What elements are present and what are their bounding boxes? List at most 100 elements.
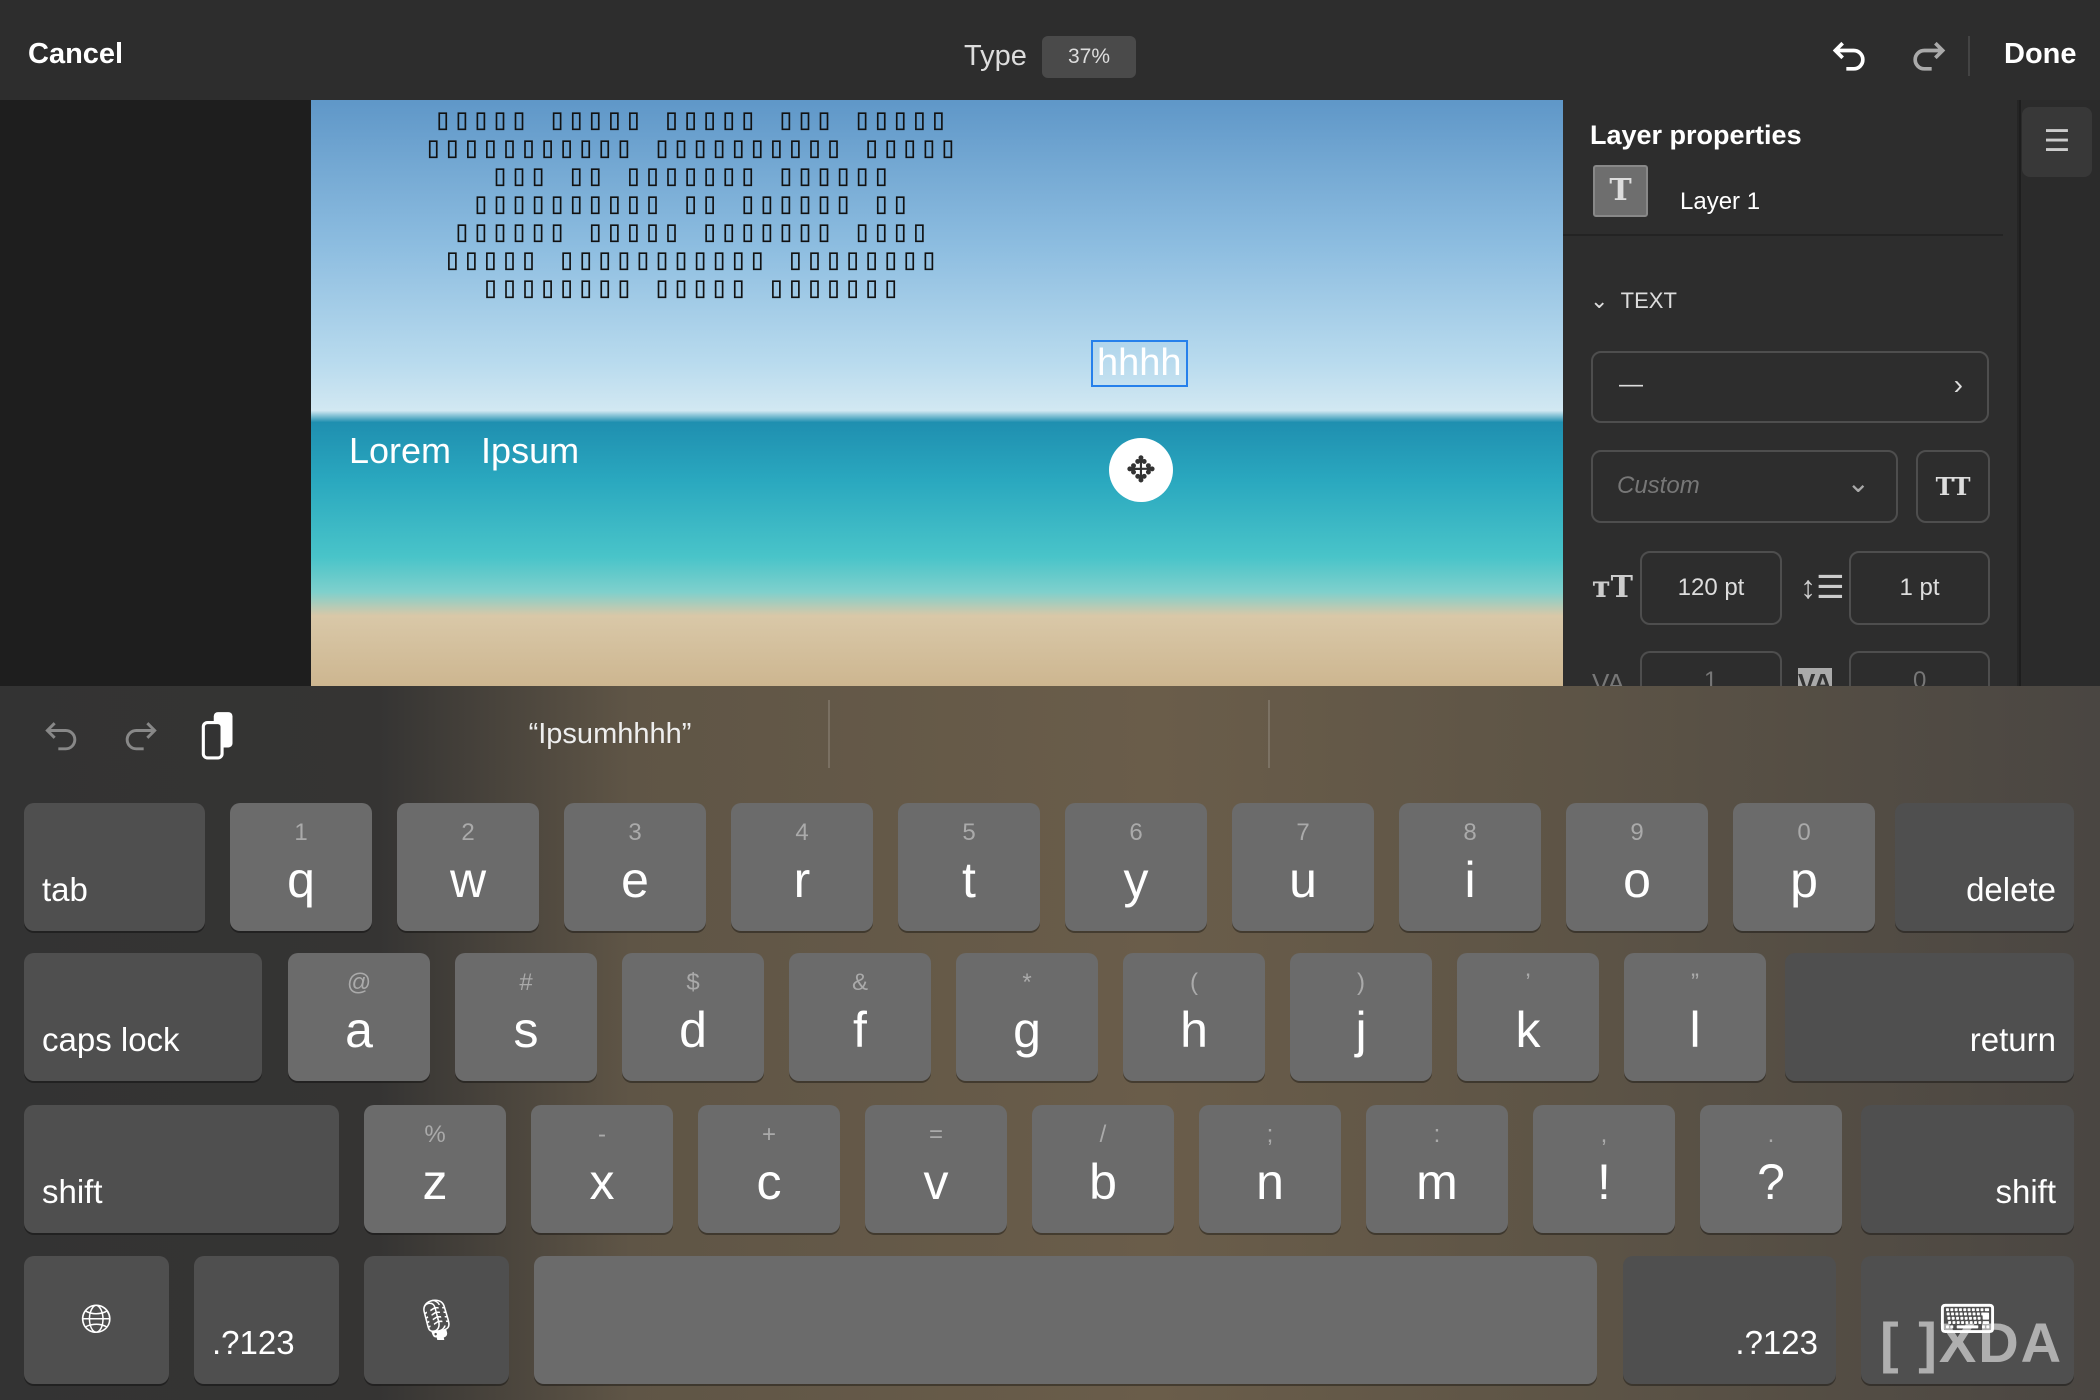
tracking-input[interactable]: 1: [1640, 651, 1782, 694]
key-punct[interactable]: !,: [1533, 1105, 1675, 1233]
key-punct[interactable]: ?.: [1700, 1105, 1842, 1233]
dictation-key[interactable]: 🎙︎: [364, 1256, 509, 1384]
key-k[interactable]: k’: [1457, 953, 1599, 1081]
key-z[interactable]: z%: [364, 1105, 506, 1233]
font-size-input[interactable]: 120 pt: [1640, 551, 1782, 625]
key-j[interactable]: j): [1290, 953, 1432, 1081]
key-secondary-label: #: [519, 969, 533, 996]
key-m[interactable]: m:: [1366, 1105, 1508, 1233]
chevron-down-icon: ⌄: [1590, 288, 1621, 313]
key-b[interactable]: b /: [1032, 1105, 1174, 1233]
tofu-text-line: ▯▯▯▯▯▯▯▯ ▯▯▯▯▯ ▯▯▯▯▯▯▯: [481, 270, 901, 305]
zoom-level[interactable]: 37%: [1042, 36, 1136, 78]
key-secondary-label: 8: [1463, 819, 1477, 846]
key-tab[interactable]: tab: [24, 803, 205, 931]
key-s[interactable]: s #: [455, 953, 597, 1081]
key-secondary-label: 0: [1797, 819, 1811, 846]
key-secondary-label: -: [598, 1121, 606, 1148]
key-secondary-label: ’: [1525, 969, 1531, 996]
key-delete[interactable]: delete: [1895, 803, 2074, 931]
key-label: .?123: [212, 1324, 295, 1361]
numbers-key[interactable]: .?123: [194, 1256, 339, 1384]
font-family-selector[interactable]: — ›: [1591, 351, 1989, 423]
key-n[interactable]: n;: [1199, 1105, 1341, 1233]
move-handle-icon[interactable]: ✥: [1109, 438, 1173, 502]
key-label: l: [1689, 1002, 1701, 1058]
leading-input[interactable]: 1 pt: [1849, 551, 1990, 625]
key-label: shift: [1995, 1173, 2056, 1210]
numbers-key-right[interactable]: .?123: [1623, 1256, 1836, 1384]
key-g[interactable]: g *: [956, 953, 1098, 1081]
key-label: !: [1597, 1154, 1611, 1210]
key-label: a: [345, 1002, 373, 1058]
section-label: TEXT: [1620, 288, 1677, 313]
key-return[interactable]: return: [1785, 953, 2074, 1081]
key-secondary-label: 4: [795, 819, 809, 846]
properties-sliders-icon[interactable]: ☰: [2022, 107, 2092, 177]
key-label: shift: [42, 1173, 103, 1210]
key-secondary-label: 2: [461, 819, 475, 846]
key-secondary-label: $: [686, 969, 700, 996]
key-secondary-label: .: [1767, 1121, 1775, 1148]
undo-icon[interactable]: [1828, 34, 1872, 78]
key-d[interactable]: d $: [622, 953, 764, 1081]
space-key[interactable]: [534, 1256, 1597, 1384]
redo-icon[interactable]: [1906, 34, 1950, 78]
layer-name[interactable]: Layer 1: [1680, 188, 1760, 216]
key-label: q: [287, 852, 315, 908]
paste-icon[interactable]: [198, 710, 242, 760]
key-c[interactable]: c +: [698, 1105, 840, 1233]
text-section-toggle[interactable]: ⌄ TEXT: [1590, 288, 1677, 314]
right-rail: [2021, 100, 2100, 686]
key-shift[interactable]: shift: [1861, 1105, 2074, 1233]
key-x[interactable]: x-: [531, 1105, 673, 1233]
key-label: tab: [42, 871, 88, 908]
lorem-text-layer[interactable]: Lorem Ipsum: [349, 430, 579, 472]
key-label: caps lock: [42, 1021, 180, 1058]
font-style-dropdown[interactable]: Custom ⌄: [1591, 450, 1898, 523]
keyboard-redo-icon[interactable]: [118, 714, 162, 758]
key-label: j: [1355, 1002, 1367, 1058]
font-size-icon: ᴛT: [1592, 570, 1633, 605]
key-shift[interactable]: shift: [24, 1105, 339, 1233]
key-l[interactable]: l”: [1624, 953, 1766, 1081]
divider: [1268, 700, 1270, 768]
key-label: ?: [1757, 1154, 1785, 1210]
key-e[interactable]: e3: [564, 803, 706, 931]
key-r[interactable]: r4: [731, 803, 873, 931]
key-secondary-label: 3: [628, 819, 642, 846]
globe-icon: 🌐︎: [80, 1297, 113, 1342]
key-caps-lock[interactable]: caps lock: [24, 953, 262, 1081]
key-q[interactable]: q1: [230, 803, 372, 931]
key-u[interactable]: u7: [1232, 803, 1374, 931]
text-layer-icon: T: [1593, 165, 1648, 217]
key-o[interactable]: o9: [1566, 803, 1708, 931]
autocorrect-suggestion[interactable]: “Ipsumhhhh”: [520, 718, 700, 751]
text-size-adjust-icon[interactable]: TT: [1916, 450, 1990, 523]
divider: [828, 700, 830, 768]
mode-label: Type: [964, 40, 1027, 72]
key-w[interactable]: w2: [397, 803, 539, 931]
done-button[interactable]: Done: [2004, 38, 2077, 71]
xda-watermark-logo: [ ]XDA: [1880, 1311, 2064, 1374]
key-v[interactable]: v =: [865, 1105, 1007, 1233]
key-label: w: [449, 852, 487, 908]
font-style-placeholder: Custom: [1617, 472, 1700, 499]
globe-key[interactable]: 🌐︎: [24, 1256, 169, 1384]
key-y[interactable]: y6: [1065, 803, 1207, 931]
kerning-input[interactable]: 0: [1849, 651, 1990, 694]
key-label: t: [962, 852, 976, 908]
key-t[interactable]: t5: [898, 803, 1040, 931]
key-f[interactable]: f &: [789, 953, 931, 1081]
key-secondary-label: *: [1022, 969, 1032, 996]
keyboard-undo-icon[interactable]: [40, 714, 84, 758]
key-a[interactable]: a @: [288, 953, 430, 1081]
key-p[interactable]: p0: [1733, 803, 1875, 931]
key-h[interactable]: h(: [1123, 953, 1265, 1081]
key-secondary-label: 1: [294, 819, 308, 846]
canvas-image[interactable]: ▯▯▯▯▯ ▯▯▯▯▯ ▯▯▯▯▯ ▯▯▯ ▯▯▯▯▯ ▯▯▯▯▯▯▯▯▯▯▯ …: [311, 100, 1563, 686]
cancel-button[interactable]: Cancel: [28, 38, 123, 71]
key-secondary-label: ,: [1600, 1121, 1608, 1148]
key-i[interactable]: i8: [1399, 803, 1541, 931]
active-text-box[interactable]: hhhh: [1091, 340, 1188, 387]
